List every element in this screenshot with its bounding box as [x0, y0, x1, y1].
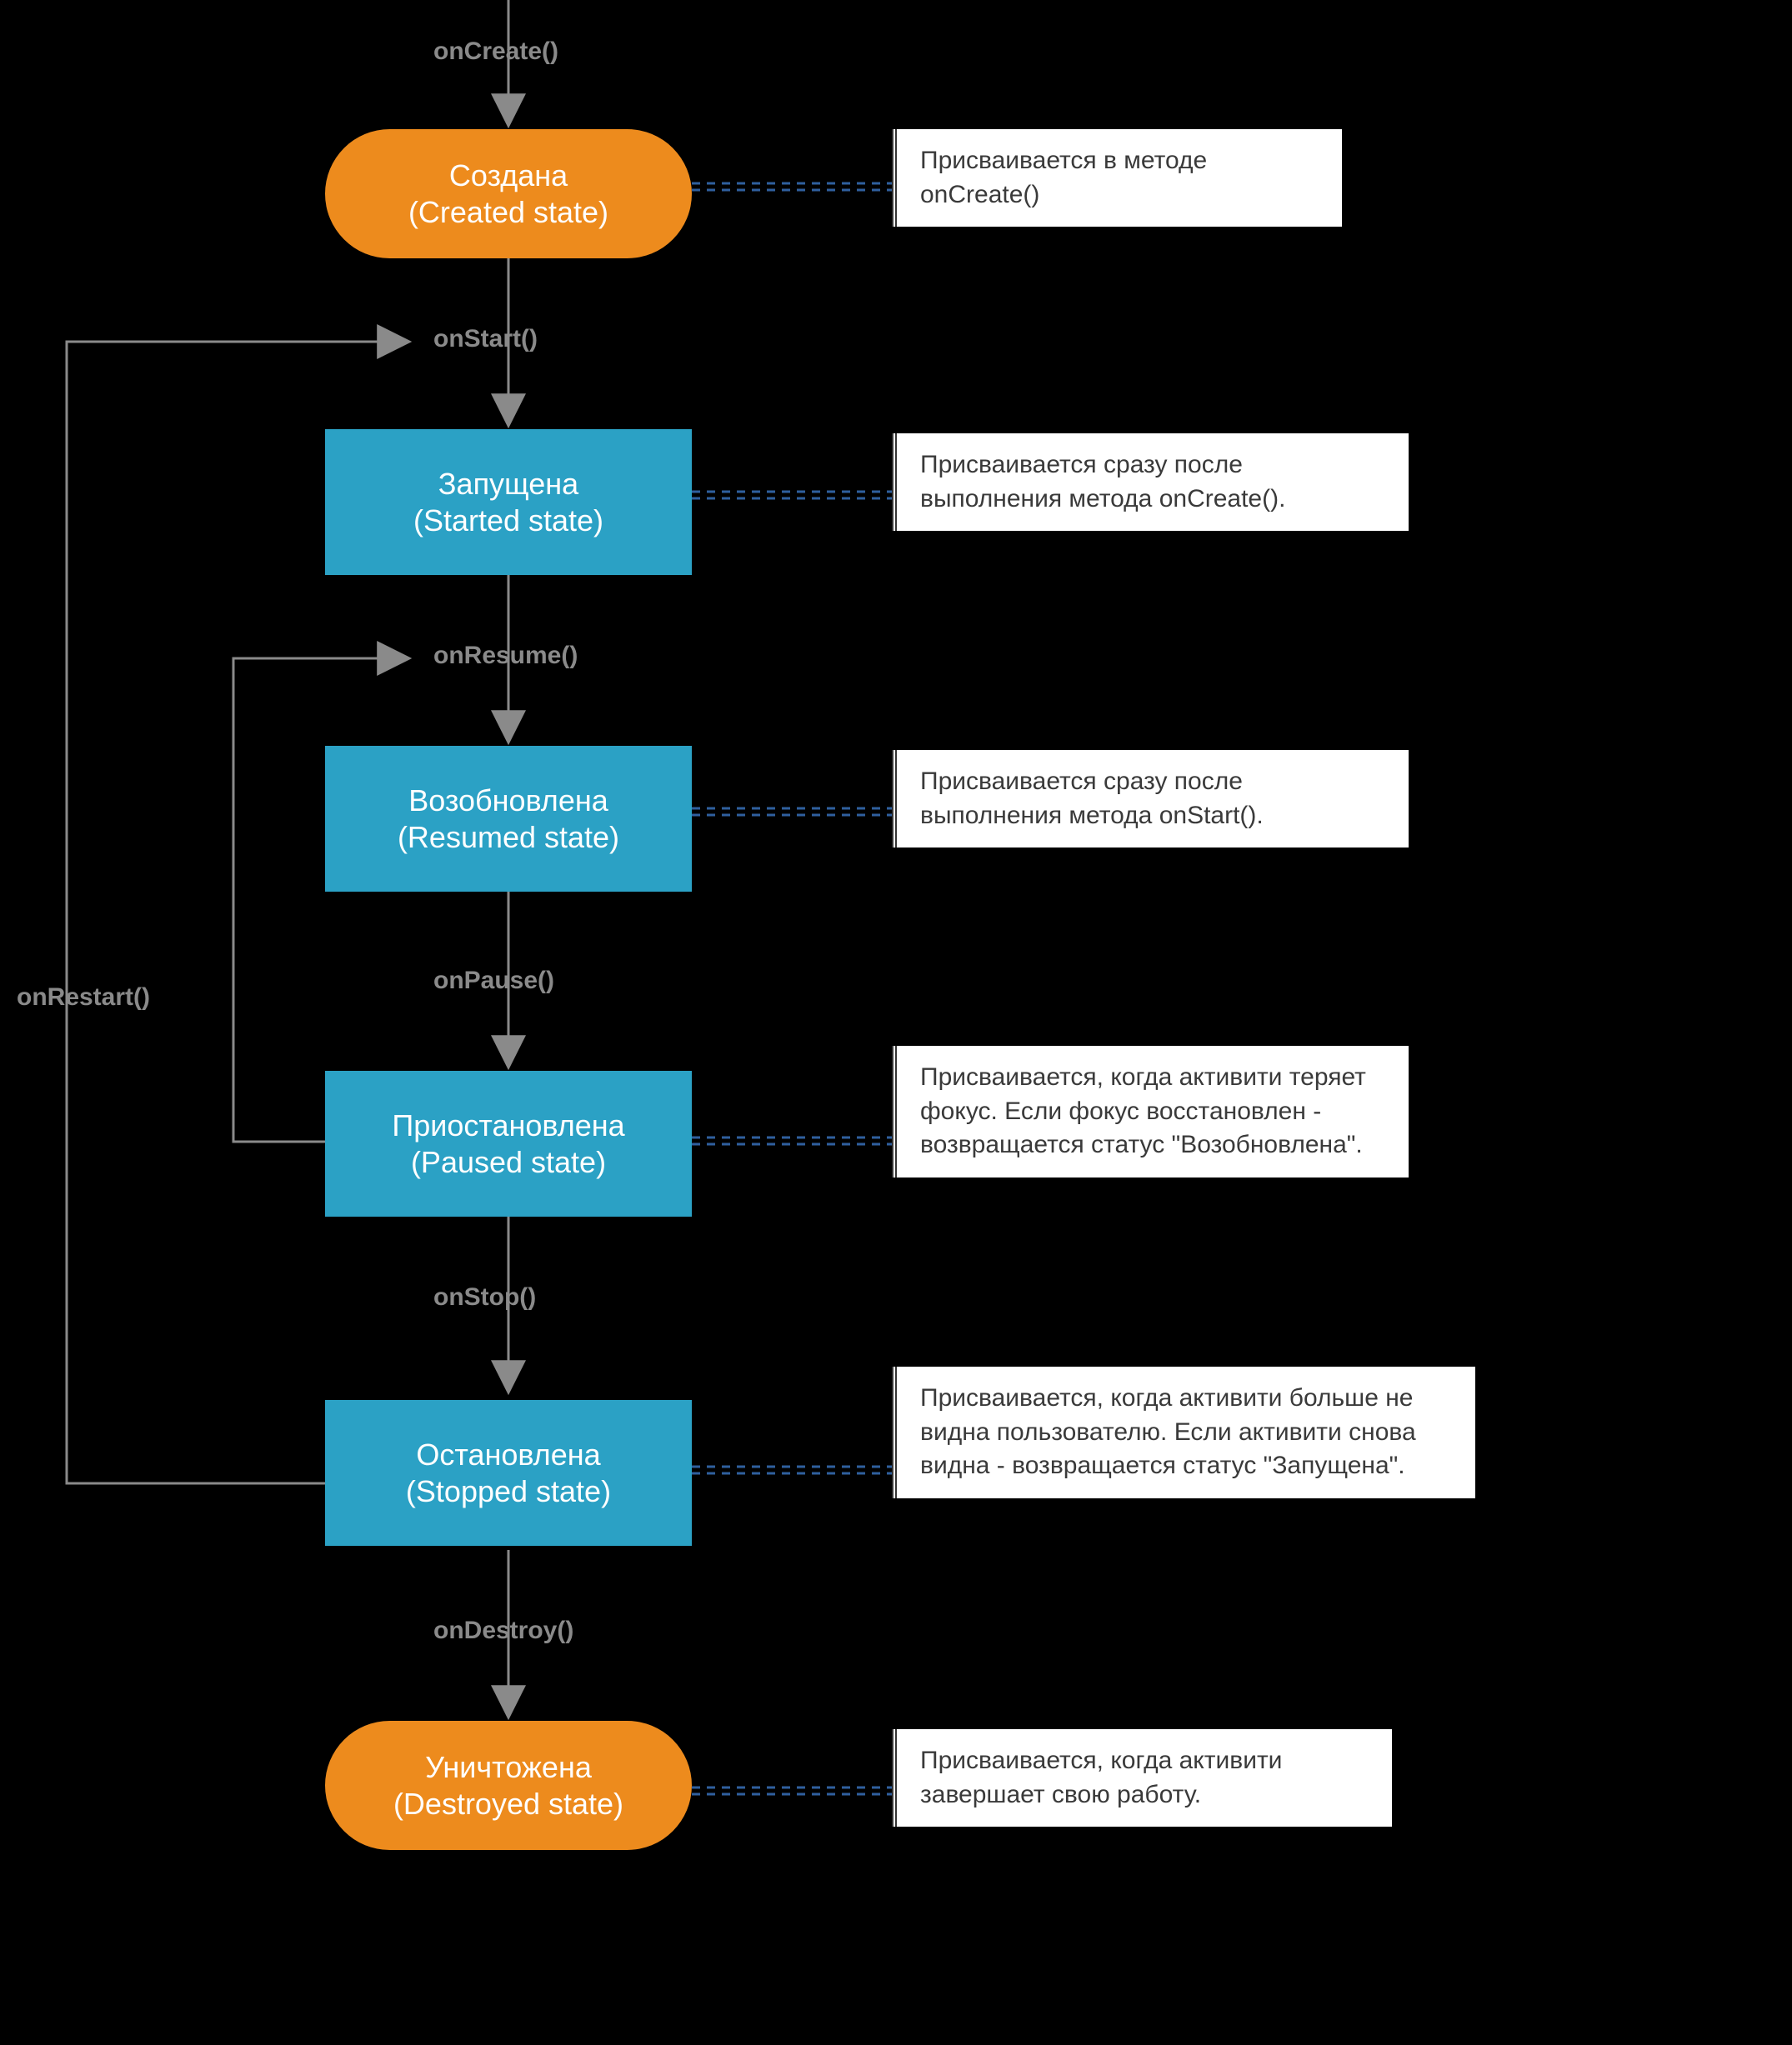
label-onrestart: onRestart(): [17, 983, 150, 1012]
node-created-title: Создана: [449, 158, 568, 193]
node-destroyed: Уничтожена (Destroyed state): [325, 1721, 692, 1850]
node-resumed-title: Возобновлена: [408, 782, 608, 818]
label-onstop: onStop(): [433, 1283, 536, 1312]
node-resumed: Возобновлена (Resumed state): [325, 746, 692, 892]
label-onresume: onResume(): [433, 642, 578, 670]
node-stopped-title: Остановлена: [416, 1437, 600, 1472]
node-paused-title: Приостановлена: [392, 1108, 624, 1143]
label-oncreate: onCreate(): [433, 38, 558, 66]
node-stopped-subtitle: (Stopped state): [406, 1473, 611, 1509]
node-paused: Приостановлена (Paused state): [325, 1071, 692, 1217]
node-stopped: Остановлена (Stopped state): [325, 1400, 692, 1546]
label-onstart: onStart(): [433, 325, 538, 353]
node-started-title: Запущена: [438, 466, 578, 502]
node-destroyed-subtitle: (Destroyed state): [393, 1786, 623, 1822]
desc-paused: Присваивается, когда активити теряет фок…: [892, 1046, 1409, 1178]
desc-resumed: Присваивается сразу после выполнения мет…: [892, 750, 1409, 848]
desc-started: Присваивается сразу после выполнения мет…: [892, 433, 1409, 531]
desc-destroyed: Присваивается, когда активити завершает …: [892, 1729, 1392, 1827]
lifecycle-diagram: onCreate() onStart() onResume() onPause(…: [0, 0, 1792, 2045]
node-resumed-subtitle: (Resumed state): [398, 819, 619, 855]
desc-stopped: Присваивается, когда активити больше не …: [892, 1367, 1475, 1498]
node-paused-subtitle: (Paused state): [411, 1144, 606, 1180]
label-ondestroy: onDestroy(): [433, 1617, 573, 1645]
label-onpause: onPause(): [433, 967, 554, 995]
node-created: Создана (Created state): [325, 129, 692, 258]
node-destroyed-title: Уничтожена: [425, 1749, 592, 1785]
node-created-subtitle: (Created state): [408, 194, 608, 230]
node-started-subtitle: (Started state): [413, 502, 603, 538]
desc-created: Присваивается в методе onCreate(): [892, 129, 1342, 227]
node-started: Запущена (Started state): [325, 429, 692, 575]
